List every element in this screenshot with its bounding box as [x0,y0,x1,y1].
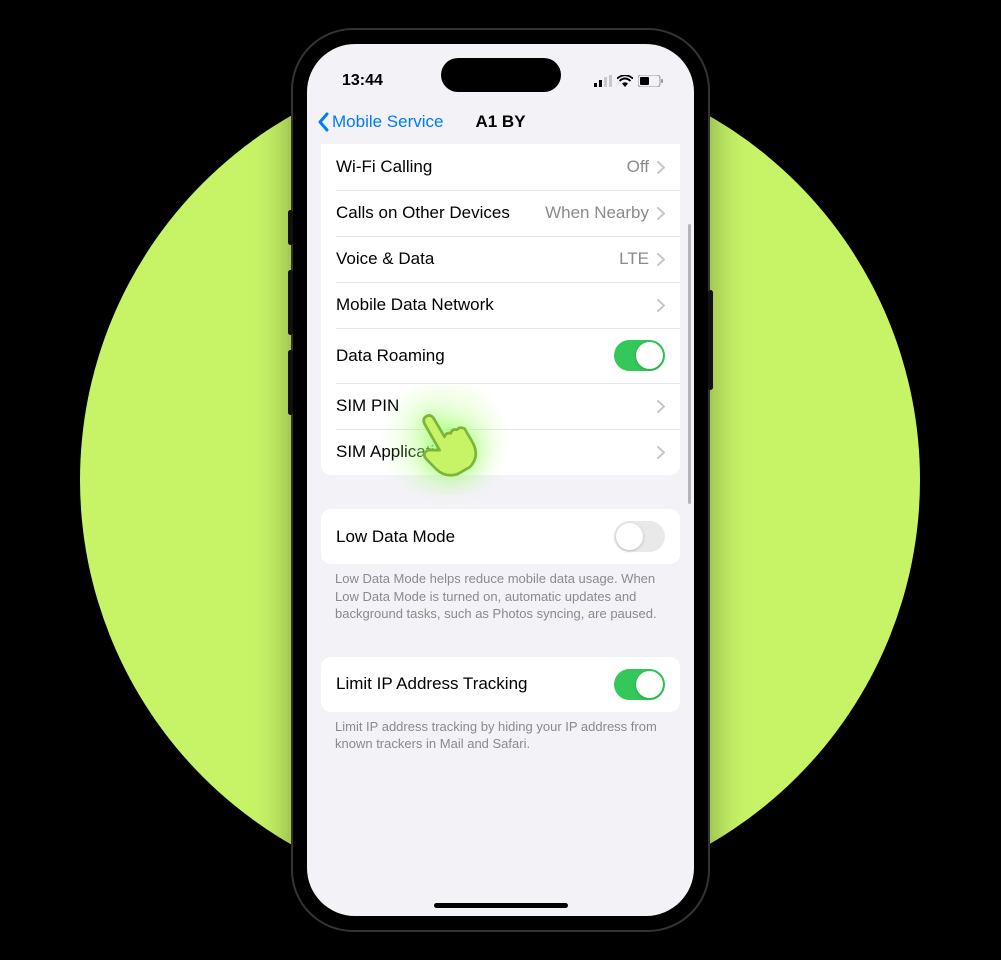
row-limit-ip-tracking: Limit IP Address Tracking [321,657,680,712]
row-label: SIM PIN [336,396,399,416]
chevron-right-icon [657,400,665,413]
row-label: SIM Applications [336,442,462,462]
chevron-right-icon [657,299,665,312]
row-value: Off [627,157,649,177]
wifi-icon [617,75,633,87]
dynamic-island [441,58,561,92]
chevron-left-icon [317,112,329,132]
chevron-right-icon [657,446,665,459]
volume-up-button [288,270,293,335]
row-label: Voice & Data [336,249,434,269]
toggle-low-data-mode[interactable] [614,521,665,552]
footer-low-data: Low Data Mode helps reduce mobile data u… [307,564,694,623]
row-label: Mobile Data Network [336,295,494,315]
back-label: Mobile Service [332,112,444,132]
row-value: When Nearby [545,203,649,223]
row-value: LTE [619,249,649,269]
settings-group-low-data: Low Data Mode [321,509,680,564]
footer-limit-ip: Limit IP address tracking by hiding your… [307,712,694,753]
phone-screen: 13:44 [307,44,694,916]
chevron-right-icon [657,253,665,266]
volume-down-button [288,350,293,415]
cellular-icon [594,75,612,87]
settings-content[interactable]: Wi-Fi Calling Off Calls on Other Devices… [307,144,694,916]
row-sim-pin[interactable]: SIM PIN [321,383,680,429]
nav-title: A1 BY [475,112,525,132]
row-mobile-data-network[interactable]: Mobile Data Network [321,282,680,328]
row-label: Calls on Other Devices [336,203,510,223]
toggle-data-roaming[interactable] [614,340,665,371]
chevron-right-icon [657,161,665,174]
settings-group-carrier: Wi-Fi Calling Off Calls on Other Devices… [321,144,680,475]
row-label: Wi-Fi Calling [336,157,432,177]
row-voice-and-data[interactable]: Voice & Data LTE [321,236,680,282]
phone-frame: 13:44 [293,30,708,930]
row-data-roaming: Data Roaming [321,328,680,383]
row-label: Low Data Mode [336,527,455,547]
row-sim-applications[interactable]: SIM Applications [321,429,680,475]
nav-bar: Mobile Service A1 BY [307,100,694,144]
status-time: 13:44 [342,72,383,90]
power-button [708,290,713,390]
row-calls-on-other-devices[interactable]: Calls on Other Devices When Nearby [321,190,680,236]
row-wifi-calling[interactable]: Wi-Fi Calling Off [321,144,680,190]
chevron-right-icon [657,207,665,220]
row-label: Limit IP Address Tracking [336,674,528,694]
row-low-data-mode: Low Data Mode [321,509,680,564]
battery-icon [638,75,664,87]
back-button[interactable]: Mobile Service [317,112,444,132]
settings-group-limit-ip: Limit IP Address Tracking [321,657,680,712]
home-indicator[interactable] [434,903,568,908]
toggle-limit-ip-tracking[interactable] [614,669,665,700]
row-label: Data Roaming [336,346,445,366]
mute-switch [288,210,293,245]
scroll-indicator[interactable] [688,224,691,504]
